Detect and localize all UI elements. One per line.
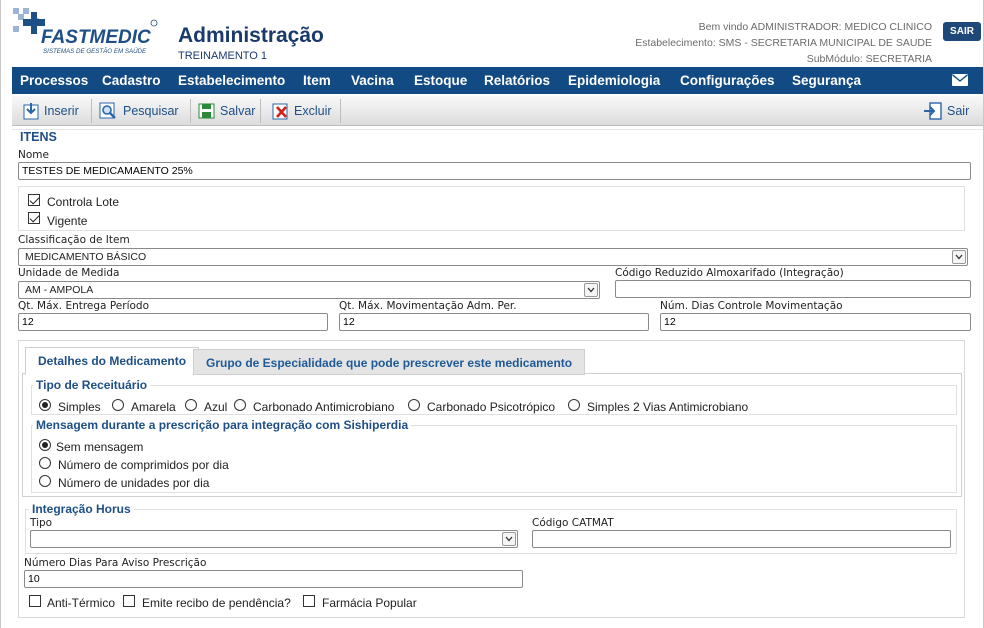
controla-lote-label: Controla Lote [47, 195, 120, 209]
search-label: Pesquisar [123, 104, 179, 118]
save-icon [198, 103, 215, 119]
qt-max-mov-label: Qt. Máx. Movimentação Adm. Per. [339, 300, 517, 312]
main-nav: Processos Cadastro Estabelecimento Item … [12, 67, 983, 94]
fastmedic-logo: FASTMEDIC SISTEMAS DE GESTÃO EM SAÚDE [13, 8, 158, 55]
welcome-text: Bem vindo ADMINISTRADOR: MEDICO CLINICO [698, 21, 932, 33]
qt-max-entrega-input[interactable] [18, 313, 328, 331]
mail-icon[interactable] [952, 74, 968, 86]
farmacia-popular-label: Farmácia Popular [322, 596, 417, 610]
submodule-text: SubMódulo: SECRETARIA [806, 53, 932, 65]
classificacao-value: MEDICAMENTO BÁSICO [25, 251, 147, 263]
search-button[interactable]: Pesquisar [99, 96, 179, 126]
anti-termico-label: Anti-Térmico [47, 596, 116, 610]
chevron-down-icon [584, 283, 598, 297]
recibo-pendencia-label: Emite recibo de pendência? [142, 596, 291, 610]
exit-label: Sair [947, 104, 970, 118]
classificacao-select[interactable]: MEDICAMENTO BÁSICO [18, 248, 968, 266]
insert-icon [23, 103, 39, 120]
num-dias-input[interactable] [660, 313, 971, 331]
insert-button[interactable]: Inserir [22, 96, 79, 126]
nav-item-configuracoes[interactable]: Configurações [680, 67, 775, 94]
nome-label: Nome [18, 149, 49, 161]
user-info: Bem vindo ADMINISTRADOR: MEDICO CLINICO … [635, 19, 932, 67]
logo-tagline: SISTEMAS DE GESTÃO EM SAÚDE [43, 48, 147, 55]
save-button[interactable]: Salvar [198, 96, 255, 126]
nav-item-cadastro[interactable]: Cadastro [102, 67, 161, 94]
options-box [18, 186, 965, 231]
nav-item-vacina[interactable]: Vacina [351, 67, 394, 94]
nome-input[interactable] [18, 162, 971, 180]
horus-title: Integração Horus [29, 502, 134, 516]
section-title: ITENS [20, 130, 57, 144]
qt-max-entrega-label: Qt. Máx. Entrega Período [18, 300, 149, 312]
vigente-checkbox[interactable] [28, 212, 40, 224]
section-divider [12, 129, 983, 130]
search-icon [99, 102, 116, 119]
page-title: Administração [178, 24, 324, 47]
nav-item-epidemiologia[interactable]: Epidemiologia [568, 67, 660, 94]
insert-label: Inserir [44, 104, 79, 118]
nav-item-estabelecimento[interactable]: Estabelecimento [178, 67, 285, 94]
nav-item-processos[interactable]: Processos [20, 67, 88, 94]
horus-tipo-select[interactable] [30, 530, 518, 548]
unidade-value: AM - AMPOLA [25, 284, 94, 296]
codigo-reduzido-label: Código Reduzido Almoxarifado (Integração… [615, 267, 844, 279]
tab-detalhes[interactable]: Detalhes do Medicamento [25, 347, 200, 375]
exit-button[interactable]: Sair [923, 96, 969, 126]
logo-text: FASTMEDIC [41, 27, 151, 48]
delete-button[interactable]: Excluir [272, 96, 332, 126]
catmat-label: Código CATMAT [532, 517, 614, 529]
nav-item-relatorios[interactable]: Relatórios [484, 67, 550, 94]
delete-icon [272, 103, 288, 120]
delete-label: Excluir [294, 104, 332, 118]
unidade-select[interactable]: AM - AMPOLA [18, 281, 600, 299]
page-subtitle: TREINAMENTO 1 [178, 50, 268, 62]
nav-item-seguranca[interactable]: Segurança [792, 67, 861, 94]
qt-max-mov-input[interactable] [339, 313, 649, 331]
tab-grupo-especialidade[interactable]: Grupo de Especialidade que pode prescrev… [193, 349, 586, 375]
horus-tipo-label: Tipo [30, 517, 53, 529]
nav-item-item[interactable]: Item [303, 67, 331, 94]
exit-icon [924, 102, 942, 120]
app-header: FASTMEDIC SISTEMAS DE GESTÃO EM SAÚDE Ad… [1, 0, 984, 66]
aviso-input[interactable] [24, 570, 523, 588]
anti-termico-checkbox[interactable] [29, 595, 41, 607]
num-dias-label: Núm. Dias Controle Movimentação [660, 300, 843, 312]
chevron-down-icon [502, 532, 516, 546]
logout-button[interactable]: SAIR [943, 22, 981, 41]
farmacia-popular-checkbox[interactable] [303, 595, 315, 607]
detalhes-panel [22, 374, 962, 497]
recibo-pendencia-checkbox[interactable] [123, 595, 135, 607]
save-label: Salvar [220, 104, 256, 118]
nav-item-estoque[interactable]: Estoque [414, 67, 467, 94]
controla-lote-checkbox[interactable] [28, 194, 40, 206]
catmat-input[interactable] [532, 530, 951, 548]
toolbar: Inserir Pesquisar Salvar Excluir Sair [12, 96, 983, 126]
establishment-text: Estabelecimento: SMS - SECRETARIA MUNICI… [635, 37, 932, 49]
aviso-label: Número Dias Para Aviso Prescrição [24, 557, 207, 569]
unidade-label: Unidade de Medida [18, 267, 120, 279]
vigente-label: Vigente [47, 214, 88, 228]
chevron-down-icon [952, 250, 966, 264]
codigo-reduzido-input[interactable] [615, 280, 971, 298]
classificacao-label: Classificação de Item [18, 234, 130, 246]
